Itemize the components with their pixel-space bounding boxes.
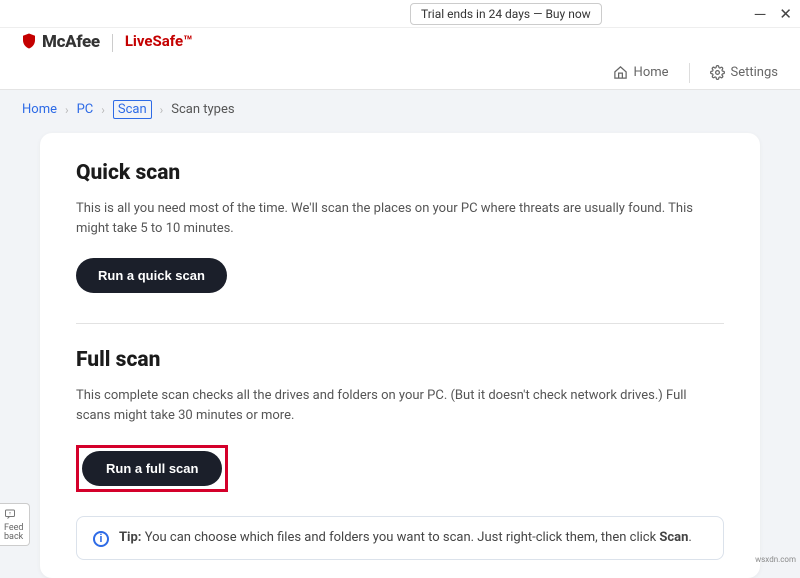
crumb-pc[interactable]: PC <box>77 102 94 117</box>
tip-label: Tip: <box>119 530 141 545</box>
feedback-icon <box>4 508 25 522</box>
full-scan-section: Full scan This complete scan checks all … <box>76 348 724 516</box>
quick-scan-title: Quick scan <box>76 161 724 185</box>
top-nav: Home Settings <box>0 60 800 90</box>
nav-separator <box>689 63 690 83</box>
quick-scan-description: This is all you need most of the time. W… <box>76 199 724 238</box>
mcafee-shield-icon <box>20 32 38 55</box>
trial-badge[interactable]: Trial ends in 24 days — Buy now <box>410 3 602 25</box>
full-scan-description: This complete scan checks all the drives… <box>76 386 724 425</box>
nav-home[interactable]: Home <box>613 65 669 80</box>
info-icon: i <box>93 531 109 547</box>
crumb-home[interactable]: Home <box>22 102 57 117</box>
brand-bar: McAfee LiveSafe™ <box>0 28 800 60</box>
run-quick-scan-button[interactable]: Run a quick scan <box>76 258 227 293</box>
feedback-tab[interactable]: Feed back <box>0 503 30 546</box>
tip-callout: i Tip: You can choose which files and fo… <box>76 516 724 560</box>
close-button[interactable]: ✕ <box>779 5 792 23</box>
highlight-box: Run a full scan <box>76 445 228 492</box>
run-full-scan-button[interactable]: Run a full scan <box>82 451 222 486</box>
scan-types-panel: Quick scan This is all you need most of … <box>40 133 760 578</box>
product-name: LiveSafe™ <box>125 32 193 50</box>
tip-scan-word: Scan <box>659 530 688 545</box>
chevron-right-icon: › <box>101 103 105 117</box>
quick-scan-section: Quick scan This is all you need most of … <box>76 161 724 293</box>
brand-name: McAfee <box>42 32 100 52</box>
watermark: wsxdn.com <box>755 555 796 564</box>
chevron-right-icon: › <box>160 103 164 117</box>
breadcrumb: Home › PC › Scan › Scan types <box>0 90 800 133</box>
chevron-right-icon: › <box>65 103 69 117</box>
nav-settings[interactable]: Settings <box>710 65 778 80</box>
crumb-scan-types: Scan types <box>171 102 234 117</box>
section-divider <box>76 323 724 324</box>
nav-home-label: Home <box>634 65 669 80</box>
full-scan-title: Full scan <box>76 348 724 372</box>
feedback-label: Feed back <box>4 524 25 542</box>
tip-period: . <box>688 530 691 545</box>
tip-text: Tip: You can choose which files and fold… <box>119 529 692 547</box>
tip-body: You can choose which files and folders y… <box>145 530 660 545</box>
gear-icon <box>710 65 725 80</box>
brand-separator <box>112 34 113 52</box>
crumb-scan[interactable]: Scan <box>113 100 152 119</box>
window-titlebar: Trial ends in 24 days — Buy now ─ ✕ <box>0 0 800 28</box>
minimize-button[interactable]: ─ <box>755 5 766 23</box>
home-icon <box>613 65 628 80</box>
nav-settings-label: Settings <box>731 65 778 80</box>
